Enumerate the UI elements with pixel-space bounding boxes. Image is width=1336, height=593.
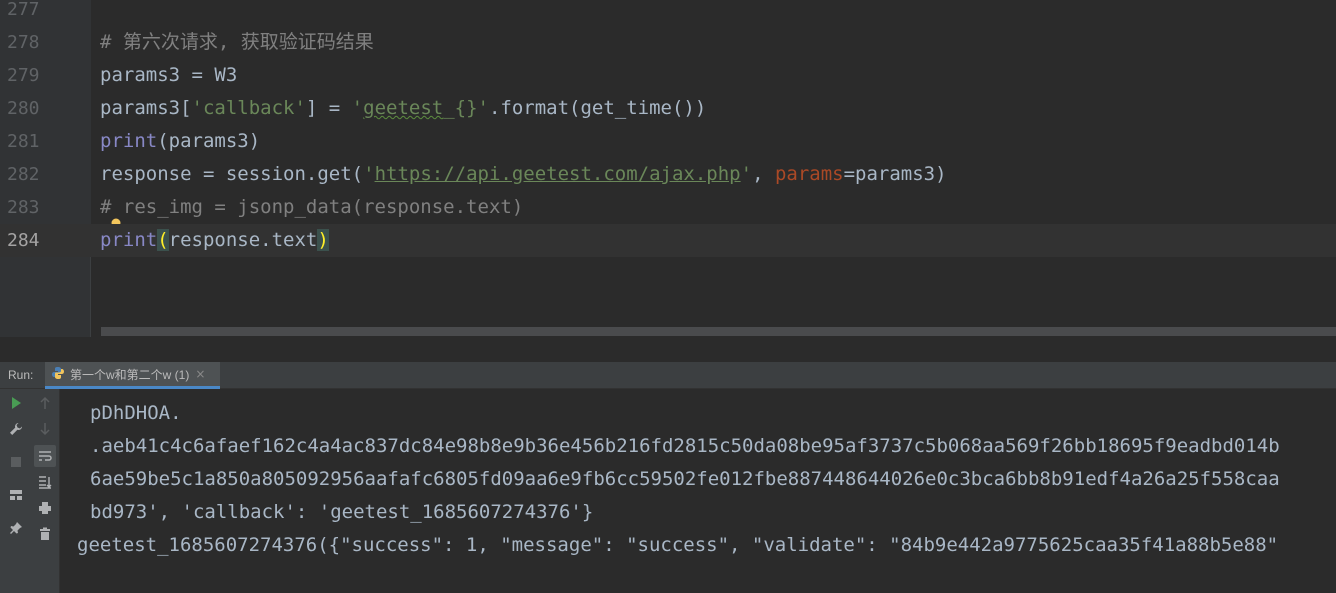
print-icon[interactable] (34, 497, 56, 519)
code-text[interactable]: params3 = W3 (100, 59, 237, 92)
code-text[interactable]: params3['callback'] = 'geetest_{}'.forma… (100, 92, 706, 125)
string-literal: 'callback' (191, 97, 306, 119)
code-editor[interactable]: 277 278 # 第六次请求, 获取验证码结果 279 params3 = W… (0, 0, 1336, 337)
line-number: 280 (0, 92, 91, 125)
comment-hash: # (100, 196, 112, 218)
code-line[interactable]: 279 params3 = W3 (0, 59, 1336, 92)
matched-paren: ) (317, 229, 329, 251)
line-number: 283 (0, 191, 91, 224)
run-tab-title: 第一个w和第二个w (1) (70, 367, 190, 382)
url-link[interactable]: https://api.geetest.com/ajax.php (375, 163, 741, 185)
string-literal: ' (351, 97, 364, 119)
code-text[interactable]: response = session.get('https://api.geet… (100, 158, 947, 191)
horizontal-scrollbar[interactable] (101, 327, 1336, 336)
pin-icon[interactable] (5, 517, 27, 539)
layout-icon[interactable] (5, 484, 27, 506)
run-tool-window-header: Run: 第一个w和第二个w (1) × (0, 362, 1336, 389)
matched-paren: ( (157, 229, 169, 251)
run-tab[interactable]: 第一个w和第二个w (1) × (45, 362, 220, 389)
builtin-token: print (100, 130, 158, 152)
comment-text[interactable]: # 第六次请求, 获取验证码结果 (100, 26, 374, 59)
code-token: .format(get_time()) (488, 97, 707, 119)
wrench-icon[interactable] (5, 418, 27, 440)
python-icon (51, 365, 65, 384)
panel-divider[interactable] (0, 337, 1336, 362)
comment-text[interactable]: # res_img = jsonp_data(response.text) (100, 191, 524, 230)
code-line[interactable]: 283 # res_img = jsonp_data(response.text… (0, 191, 1336, 230)
string-literal: _{}' (443, 97, 489, 119)
code-token: response.text (168, 229, 318, 251)
close-icon[interactable]: × (195, 367, 205, 381)
trash-icon[interactable] (34, 523, 56, 545)
string-literal: ' (363, 163, 375, 185)
console-line: pDhDHOA. (90, 402, 182, 424)
code-line[interactable]: 278 # 第六次请求, 获取验证码结果 (0, 26, 1336, 59)
soft-wrap-icon[interactable] (34, 445, 56, 467)
code-token: (params3) (157, 130, 261, 152)
keyword-argument: params (774, 163, 844, 185)
code-token: , (752, 163, 775, 185)
line-number: 282 (0, 158, 91, 191)
code-token: =params3) (843, 163, 947, 185)
code-line[interactable]: 281 print(params3) (0, 125, 1336, 158)
console-line: .aeb41c4c6afaef162c4a4ac837dc84e98b8e9b3… (90, 435, 1280, 457)
scroll-to-end-icon[interactable] (34, 471, 56, 493)
code-token: ] = (305, 97, 352, 119)
string-literal-typo: geetest (363, 97, 444, 119)
code-line[interactable]: 282 response = session.get('https://api.… (0, 158, 1336, 191)
code-line-current[interactable]: 284 print(response.text) (0, 224, 1336, 257)
string-literal: ' (740, 163, 753, 185)
line-number: 284 (0, 224, 91, 257)
comment-body: res_img = jsonp_data(response.text) (111, 196, 524, 218)
stop-icon[interactable] (5, 451, 27, 473)
line-number: 277 (0, 0, 91, 26)
code-line[interactable]: 277 (0, 0, 1336, 26)
down-arrow-icon[interactable] (34, 418, 56, 440)
run-toolbar (0, 389, 60, 593)
console-output[interactable]: pDhDHOA. .aeb41c4c6afaef162c4a4ac837dc84… (60, 389, 1336, 593)
console-line: bd973', 'callback': 'geetest_16856072743… (90, 501, 594, 523)
code-token: params3[ (100, 97, 192, 119)
up-arrow-icon[interactable] (34, 392, 56, 414)
run-label: Run: (8, 368, 34, 382)
code-text[interactable]: print(response.text) (100, 224, 329, 257)
code-text[interactable]: print(params3) (100, 125, 260, 158)
builtin-token: print (100, 229, 158, 251)
rerun-icon[interactable] (5, 392, 27, 414)
line-number: 278 (0, 26, 91, 59)
code-token: response = session.get( (100, 163, 364, 185)
console-line: 6ae59be5c1a850a805092956aafafc6805fd09aa… (90, 468, 1280, 490)
line-number: 281 (0, 125, 91, 158)
code-line[interactable]: 280 params3['callback'] = 'geetest_{}'.f… (0, 92, 1336, 125)
line-number: 279 (0, 59, 91, 92)
console-line: geetest_1685607274376({"success": 1, "me… (77, 534, 1279, 556)
